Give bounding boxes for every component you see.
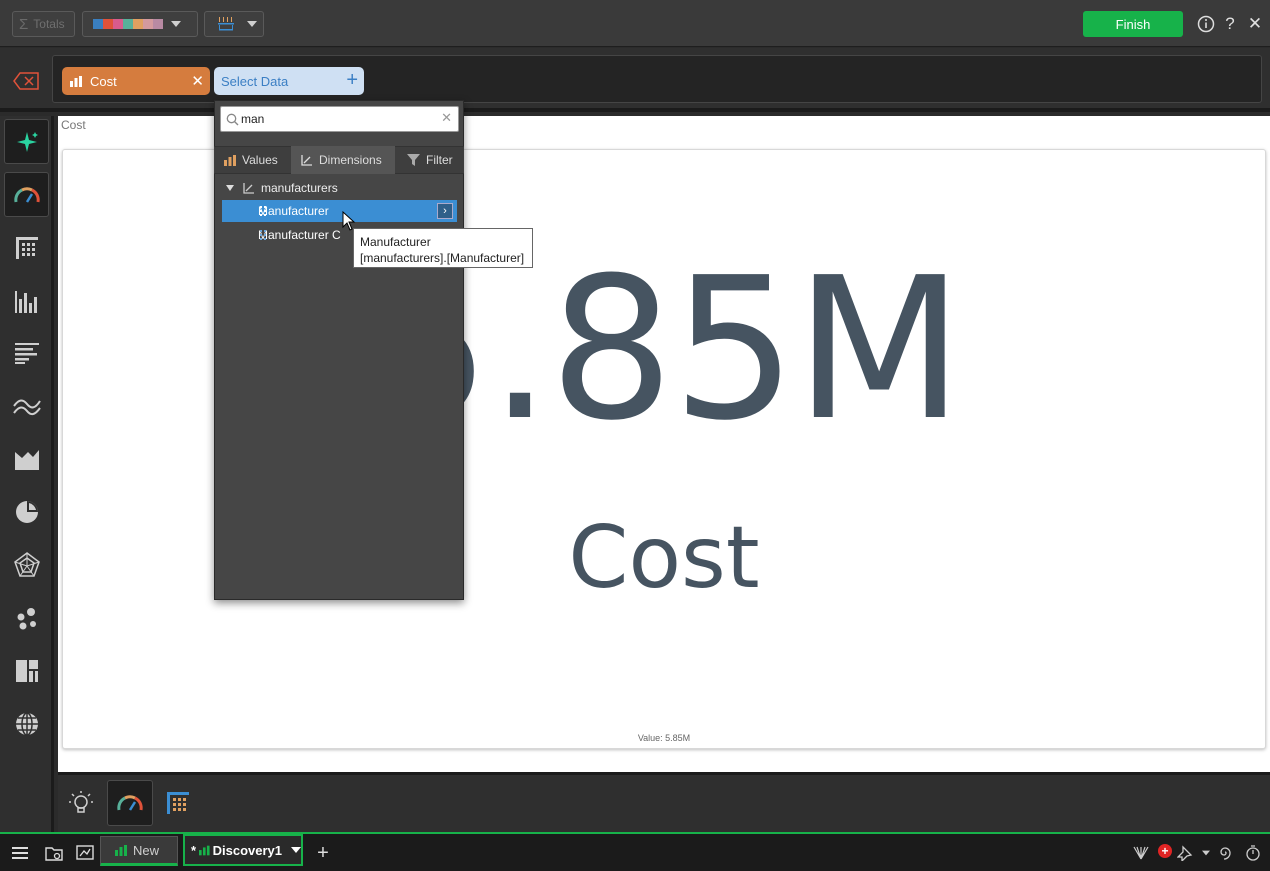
visual-options-bar bbox=[58, 772, 1270, 832]
palette-swatch bbox=[153, 19, 163, 29]
treemap-icon[interactable] bbox=[4, 648, 49, 693]
line-chart-icon[interactable] bbox=[4, 383, 49, 428]
canvas-title: Cost bbox=[61, 118, 86, 132]
mouse-cursor-icon bbox=[342, 211, 356, 231]
dimension-icon bbox=[243, 183, 254, 194]
chevron-down-icon[interactable] bbox=[1196, 843, 1216, 863]
chevron-down-icon[interactable] bbox=[291, 847, 301, 853]
palette-swatches bbox=[93, 19, 163, 29]
bar-chart-icon bbox=[70, 75, 82, 87]
menu-icon[interactable] bbox=[10, 843, 30, 863]
bar-chart-icon bbox=[224, 154, 236, 166]
sigma-icon: Σ bbox=[19, 15, 29, 33]
bar-chart-icon[interactable] bbox=[4, 330, 49, 375]
globe-icon[interactable] bbox=[4, 701, 49, 746]
bar-chart-icon bbox=[115, 844, 127, 856]
value-footer: Value: 5.85M bbox=[637, 733, 691, 743]
clear-search-icon[interactable]: ✕ bbox=[441, 110, 452, 126]
tree-item-manufacturer-c[interactable]: Manufacturer C bbox=[222, 224, 352, 246]
color-palette-dropdown[interactable] bbox=[82, 11, 198, 37]
select-data-button[interactable]: Select Data + bbox=[214, 67, 364, 95]
add-tab-icon[interactable]: + bbox=[313, 842, 333, 864]
presentation-icon[interactable] bbox=[75, 843, 95, 863]
totals-button[interactable]: Σ Totals bbox=[12, 11, 75, 37]
remove-icon[interactable]: ✕ bbox=[191, 72, 204, 90]
tab-label: Dimensions bbox=[319, 153, 382, 167]
palette-swatch bbox=[123, 19, 133, 29]
area-chart-icon[interactable] bbox=[4, 436, 49, 481]
chevron-right-icon[interactable]: › bbox=[437, 203, 453, 219]
palette-swatch bbox=[93, 19, 103, 29]
value-chip-cost[interactable]: Cost ✕ bbox=[62, 67, 210, 95]
bar-chart-icon bbox=[199, 845, 210, 855]
add-icon: + bbox=[346, 69, 358, 91]
folder-icon[interactable] bbox=[44, 843, 64, 863]
tooltip: Manufacturer [manufacturers].[Manufactur… bbox=[353, 228, 533, 268]
unsaved-marker: * bbox=[191, 842, 197, 858]
palette-swatch bbox=[103, 19, 113, 29]
tab-filter[interactable]: Filter bbox=[397, 146, 464, 174]
tab-discovery[interactable]: * Discovery1 bbox=[183, 834, 303, 866]
chevron-down-icon bbox=[247, 21, 257, 27]
info-icon[interactable] bbox=[1196, 14, 1216, 34]
tab-values[interactable]: Values bbox=[214, 146, 291, 174]
tree-item-label: Manufacturer C bbox=[258, 228, 341, 242]
gauge-icon[interactable] bbox=[107, 780, 153, 826]
layout-icon bbox=[218, 17, 234, 31]
tree-folder-manufacturers[interactable]: manufacturers bbox=[226, 179, 338, 197]
pie-chart-icon[interactable] bbox=[4, 489, 49, 534]
timer-icon[interactable] bbox=[1243, 843, 1263, 863]
palette-swatch bbox=[113, 19, 123, 29]
finish-button[interactable]: Finish bbox=[1083, 11, 1183, 37]
tab-dimensions[interactable]: Dimensions bbox=[291, 146, 395, 174]
palette-swatch bbox=[133, 19, 143, 29]
tree-item-manufacturer[interactable]: Manufacturer › bbox=[222, 200, 457, 222]
drag-handle-icon[interactable] bbox=[260, 206, 267, 216]
tab-label: New bbox=[133, 842, 160, 858]
filter-icon bbox=[407, 154, 420, 166]
table-icon[interactable] bbox=[4, 225, 49, 270]
palette-swatch bbox=[143, 19, 153, 29]
tab-label: Values bbox=[242, 153, 278, 167]
totals-label: Totals bbox=[33, 17, 65, 31]
select-data-label: Select Data bbox=[221, 73, 289, 89]
layout-dropdown[interactable] bbox=[204, 11, 264, 37]
tree-item-label: Manufacturer bbox=[258, 204, 329, 218]
tooltip-title: Manufacturer bbox=[360, 235, 431, 249]
select-data-dropdown bbox=[214, 100, 464, 600]
radar-icon[interactable] bbox=[4, 542, 49, 587]
scatter-icon[interactable] bbox=[4, 595, 49, 640]
expand-caret-icon[interactable] bbox=[226, 185, 234, 191]
value-chip-label: Cost bbox=[90, 73, 117, 89]
signal-icon[interactable] bbox=[1131, 843, 1151, 863]
spiral-icon[interactable] bbox=[1215, 843, 1235, 863]
notification-badge[interactable]: + bbox=[1158, 844, 1172, 858]
sparkle-icon[interactable] bbox=[4, 119, 49, 164]
drag-handle-icon[interactable] bbox=[260, 230, 267, 240]
clear-all-icon[interactable] bbox=[13, 72, 39, 90]
tab-new[interactable]: New bbox=[100, 836, 178, 866]
column-chart-icon[interactable] bbox=[4, 278, 49, 323]
search-input[interactable]: man ✕ bbox=[220, 106, 459, 132]
search-value: man bbox=[241, 112, 265, 126]
table-icon[interactable] bbox=[155, 780, 201, 826]
search-icon bbox=[226, 113, 239, 126]
tree-folder-label: manufacturers bbox=[261, 181, 338, 195]
dimension-icon bbox=[301, 155, 312, 166]
tab-label: Discovery1 bbox=[212, 842, 282, 858]
close-icon[interactable]: ✕ bbox=[1245, 14, 1265, 34]
chevron-down-icon bbox=[171, 21, 181, 27]
lightbulb-icon[interactable] bbox=[58, 780, 104, 826]
pin-icon[interactable] bbox=[1175, 843, 1195, 863]
gauge-icon[interactable] bbox=[4, 172, 49, 217]
tooltip-path: [manufacturers].[Manufacturer] bbox=[360, 251, 525, 265]
help-icon[interactable]: ? bbox=[1220, 14, 1240, 34]
tab-label: Filter bbox=[426, 153, 453, 167]
